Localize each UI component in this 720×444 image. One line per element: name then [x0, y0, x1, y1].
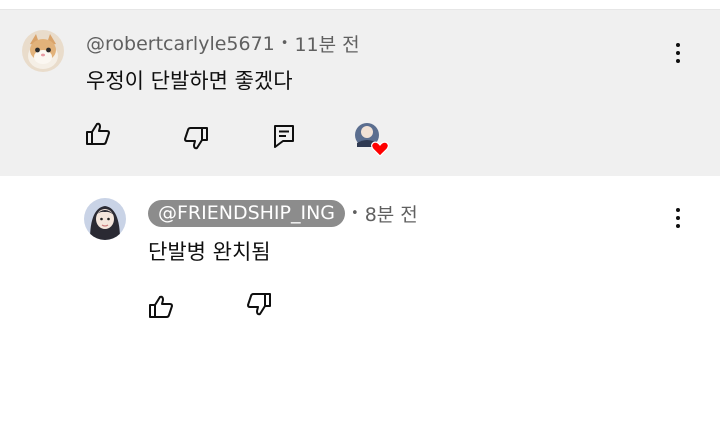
more-options-icon: [676, 208, 680, 212]
reply-time: 8분 전: [364, 204, 418, 226]
reply-text: 단발병 완치됨: [148, 240, 271, 264]
like-button[interactable]: [143, 289, 179, 325]
comment-meta: @robertcarlyle5671 • 11분 전: [86, 30, 360, 57]
creator-heart: [352, 120, 392, 160]
more-options-button[interactable]: [666, 38, 690, 68]
reply-meta: @FRIENDSHIP_ING • 8분 전: [148, 200, 418, 227]
comment-time: 11분 전: [294, 34, 360, 56]
replier-avatar[interactable]: [84, 198, 126, 240]
reply-comment-icon: [274, 125, 294, 148]
comment-thread: @robertcarlyle5671 • 11분 전 우정이 단발하면 좋겠다: [0, 10, 720, 176]
commenter-handle[interactable]: @robertcarlyle5671: [86, 33, 275, 55]
dislike-button[interactable]: [241, 286, 277, 322]
reply-thread: @FRIENDSHIP_ING • 8분 전 단발병 완치됨: [0, 176, 720, 444]
meta-separator: •: [351, 206, 359, 221]
thumbs-up-icon: [86, 122, 110, 145]
reply-button[interactable]: [266, 118, 302, 154]
commenter-avatar[interactable]: [22, 30, 64, 72]
thumbs-down-icon: [247, 293, 271, 316]
more-options-icon: [676, 43, 680, 47]
comment-text: 우정이 단발하면 좋겠다: [86, 69, 293, 93]
creator-heart-icon: [355, 123, 389, 157]
replier-handle-badge[interactable]: @FRIENDSHIP_ING: [148, 200, 346, 227]
meta-separator: •: [280, 36, 289, 51]
dislike-button[interactable]: [178, 120, 214, 156]
like-button[interactable]: [80, 116, 116, 152]
thumbs-up-icon: [149, 295, 173, 318]
more-options-button[interactable]: [666, 203, 690, 233]
top-divider: [0, 0, 720, 10]
thumbs-down-icon: [184, 127, 208, 150]
